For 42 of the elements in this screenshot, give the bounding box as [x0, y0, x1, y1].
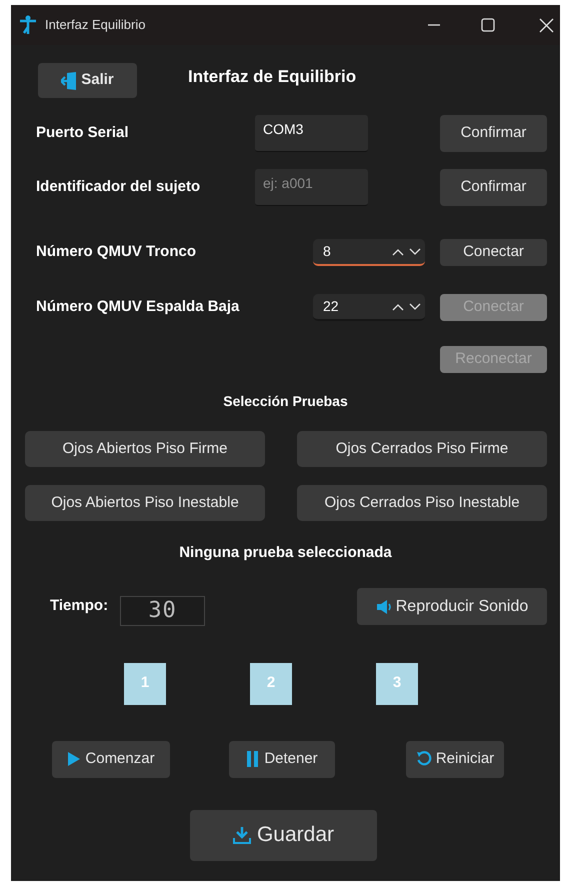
number-spinbox[interactable]: 8	[313, 239, 425, 266]
window-title: Interfaz Equilibrio	[45, 16, 146, 34]
play-sound-button[interactable]: Reproducir Sonido	[357, 588, 547, 625]
control-button[interactable]: Detener	[229, 740, 335, 778]
close-icon[interactable]	[539, 18, 554, 32]
confirm-button[interactable]: Confirmar	[440, 169, 547, 206]
test-button[interactable]: Ojos Cerrados Piso Firme	[297, 431, 547, 467]
test-button[interactable]: Ojos Abiertos Piso Inestable	[25, 485, 265, 521]
spinbox-value: 22	[323, 297, 339, 316]
test-status: Ninguna prueba seleccionada	[179, 543, 392, 563]
download-icon	[232, 826, 251, 844]
maximize-icon[interactable]	[481, 18, 495, 32]
test-button[interactable]: Ojos Cerrados Piso Inestable	[297, 485, 547, 521]
field-label: Número QMUV Tronco	[36, 242, 198, 262]
timer-label: Tiempo:	[50, 596, 108, 616]
step-indicator: 2	[250, 662, 292, 704]
test-button[interactable]: Ojos Abiertos Piso Firme	[25, 431, 265, 467]
timer-value: 30	[148, 600, 177, 622]
connect-button[interactable]: Conectar	[440, 239, 547, 266]
control-button[interactable]: Reiniciar	[406, 740, 504, 778]
control-button[interactable]: Comenzar	[52, 740, 170, 778]
step-indicator: 3	[376, 662, 418, 704]
exit-door-icon	[61, 72, 78, 90]
field-label: Puerto Serial	[36, 123, 130, 144]
play-icon	[67, 751, 82, 767]
app-heading: Interfaz de Equilibrio	[188, 66, 356, 88]
chevron-up-icon[interactable]	[392, 248, 404, 256]
save-button[interactable]: Guardar	[190, 810, 377, 860]
restart-icon	[416, 751, 432, 767]
text-input[interactable]: ej: a001	[255, 169, 368, 206]
spinbox-value: 8	[323, 242, 331, 261]
speaker-icon	[376, 600, 392, 614]
text-input[interactable]: COM3	[255, 115, 368, 152]
field-label: Identificador del sujeto	[36, 177, 202, 198]
step-indicator: 1	[124, 662, 166, 704]
exit-button[interactable]: Salir	[38, 63, 137, 98]
pause-icon	[246, 750, 260, 768]
section-heading: Selección Pruebas	[223, 392, 348, 411]
field-label: Número QMUV Espalda Baja	[36, 297, 240, 318]
figure-icon	[19, 15, 37, 35]
confirm-button[interactable]: Confirmar	[440, 115, 547, 152]
chevron-down-icon[interactable]	[409, 248, 421, 256]
